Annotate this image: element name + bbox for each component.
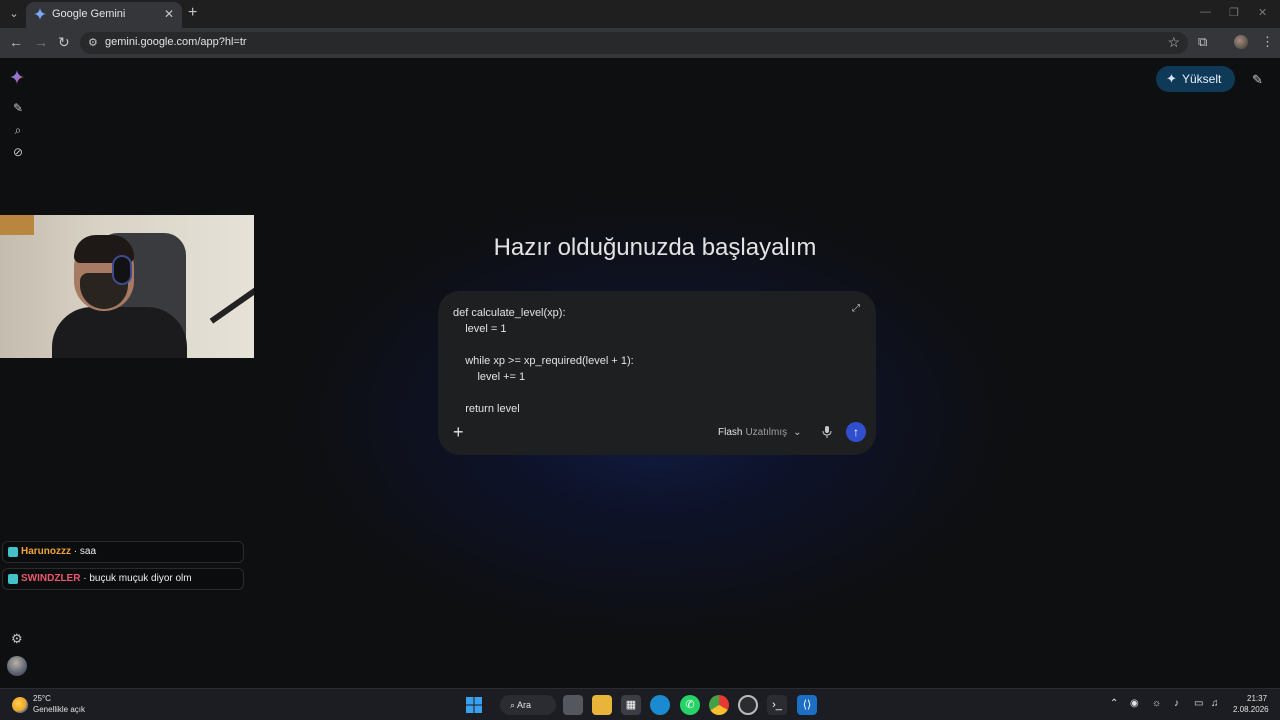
model-variant: Uzatılmış bbox=[745, 427, 788, 438]
greeting-title: Hazır olduğunuzda başlayalım bbox=[493, 234, 817, 261]
mic-arm bbox=[209, 284, 254, 324]
prompt-textarea[interactable]: def calculate_level(xp): level = 1 while… bbox=[453, 305, 843, 417]
tab-gemini[interactable]: Google Gemini ✕ bbox=[26, 2, 182, 28]
search-icon: ⌕ bbox=[510, 700, 518, 710]
clock-date[interactable]: 2.08.2026 bbox=[1233, 705, 1269, 714]
steam-icon[interactable]: ◉ bbox=[1130, 698, 1139, 709]
send-button[interactable]: ↑ bbox=[846, 422, 866, 442]
chrome-icon[interactable] bbox=[709, 695, 729, 715]
vscode-icon[interactable]: ⟨⟩ bbox=[797, 695, 817, 715]
browser-menu-icon[interactable]: ⋮ bbox=[1261, 34, 1274, 50]
add-attachment-button[interactable]: + bbox=[453, 423, 464, 441]
prompt-input-box[interactable]: def calculate_level(xp): level = 1 while… bbox=[438, 291, 876, 455]
chat-separator: · bbox=[80, 573, 90, 584]
taskbar-search-label: Ara bbox=[517, 700, 532, 710]
edge-icon[interactable] bbox=[650, 695, 670, 715]
profile-avatar[interactable] bbox=[1234, 35, 1248, 49]
forward-icon[interactable]: → bbox=[34, 34, 48, 50]
chat-text: buçuk muçuk diyor olm bbox=[89, 573, 192, 584]
upgrade-label: Yükselt bbox=[1182, 72, 1222, 86]
new-tab-button[interactable]: + bbox=[188, 4, 197, 22]
minimize-icon[interactable]: — bbox=[1200, 6, 1211, 18]
extensions-icon[interactable]: ⧉ bbox=[1198, 34, 1207, 50]
search-icon[interactable]: ⌕ bbox=[11, 123, 25, 137]
weather-sun-icon[interactable] bbox=[12, 697, 28, 713]
model-name: Flash bbox=[718, 427, 743, 438]
chat-message: SWINDZLER · buçuk muçuk diyor olm bbox=[2, 568, 244, 590]
headset-icon bbox=[112, 255, 132, 285]
taskbar-search[interactable]: ⌕ Ara bbox=[500, 695, 556, 715]
back-icon[interactable]: ← bbox=[9, 34, 23, 50]
tab-close-icon[interactable]: ✕ bbox=[164, 7, 174, 21]
volume-icon[interactable]: ♫ bbox=[1211, 698, 1219, 709]
mic-tray-icon[interactable]: ♪ bbox=[1174, 698, 1179, 709]
chat-badge-icon bbox=[8, 547, 18, 557]
site-info-icon[interactable]: ⚙ bbox=[88, 36, 98, 49]
terminal-icon[interactable]: ›_ bbox=[767, 695, 787, 715]
chat-text: saa bbox=[79, 546, 97, 557]
weather-temp[interactable]: 25°C bbox=[33, 694, 51, 703]
webcam-overlay bbox=[0, 215, 254, 358]
reload-icon[interactable]: ↻ bbox=[58, 34, 70, 50]
model-selector[interactable]: Flash Uzatılmış ⌄ bbox=[718, 427, 802, 438]
gems-icon[interactable]: ⊘ bbox=[11, 145, 25, 159]
settings-icon[interactable]: ⚙ bbox=[11, 631, 23, 647]
webcam-poster bbox=[0, 215, 34, 235]
maximize-icon[interactable]: ❐ bbox=[1229, 6, 1239, 19]
sparkle-icon: ✦ bbox=[1166, 71, 1177, 86]
network-icon[interactable]: ▭ bbox=[1194, 698, 1203, 709]
tab-strip: ⌄ Google Gemini ✕ + — ❐ ✕ bbox=[0, 0, 1280, 28]
upgrade-button[interactable]: ✦ Yükselt bbox=[1156, 66, 1235, 92]
gemini-logo-icon[interactable] bbox=[10, 70, 24, 84]
chat-username: Harunozzz bbox=[21, 546, 71, 557]
clock-time[interactable]: 21:37 bbox=[1247, 694, 1267, 703]
chevron-down-icon: ⌄ bbox=[793, 427, 802, 438]
address-bar[interactable]: ⚙ gemini.google.com/app?hl=tr ☆ bbox=[80, 32, 1188, 54]
close-window-icon[interactable]: ✕ bbox=[1258, 6, 1267, 19]
microphone-icon[interactable] bbox=[822, 426, 832, 438]
tab-search-chevron-icon[interactable]: ⌄ bbox=[6, 6, 22, 22]
tab-title: Google Gemini bbox=[52, 8, 126, 20]
account-avatar[interactable] bbox=[7, 656, 27, 676]
bookmark-star-icon[interactable]: ☆ bbox=[1167, 34, 1180, 51]
obs-icon[interactable] bbox=[738, 695, 758, 715]
task-view-icon[interactable] bbox=[563, 695, 583, 715]
gemini-favicon-icon bbox=[34, 8, 46, 20]
file-explorer-icon[interactable] bbox=[592, 695, 612, 715]
webcam-person-body bbox=[52, 307, 187, 358]
windows-start-icon[interactable] bbox=[464, 695, 484, 715]
new-chat-icon[interactable]: ✎ bbox=[1252, 72, 1263, 88]
gemini-page: ✎ ⌕ ⊘ ✦ Yükselt ✎ Hazır olduğunuzda başl… bbox=[0, 58, 1280, 688]
store-icon[interactable]: ▦ bbox=[621, 695, 641, 715]
brightness-icon[interactable]: ☼ bbox=[1152, 698, 1161, 709]
chat-badge-icon bbox=[8, 574, 18, 584]
tray-overflow-icon[interactable]: ⌃ bbox=[1110, 698, 1118, 709]
new-chat-rail-icon[interactable]: ✎ bbox=[11, 101, 25, 115]
whatsapp-icon[interactable]: ✆ bbox=[680, 695, 700, 715]
taskbar: 25°C Genellikle açık ⌕ Ara ▦ ✆ ›_ ⟨⟩ ⌃ ◉… bbox=[0, 688, 1280, 720]
url-text[interactable]: gemini.google.com/app?hl=tr bbox=[105, 36, 247, 48]
chat-username: SWINDZLER bbox=[21, 573, 81, 584]
expand-icon[interactable]: ⤢ bbox=[852, 303, 860, 314]
chat-separator: · bbox=[71, 546, 80, 557]
weather-desc[interactable]: Genellikle açık bbox=[33, 705, 85, 714]
chat-message: Harunozzz · saa bbox=[2, 541, 244, 563]
